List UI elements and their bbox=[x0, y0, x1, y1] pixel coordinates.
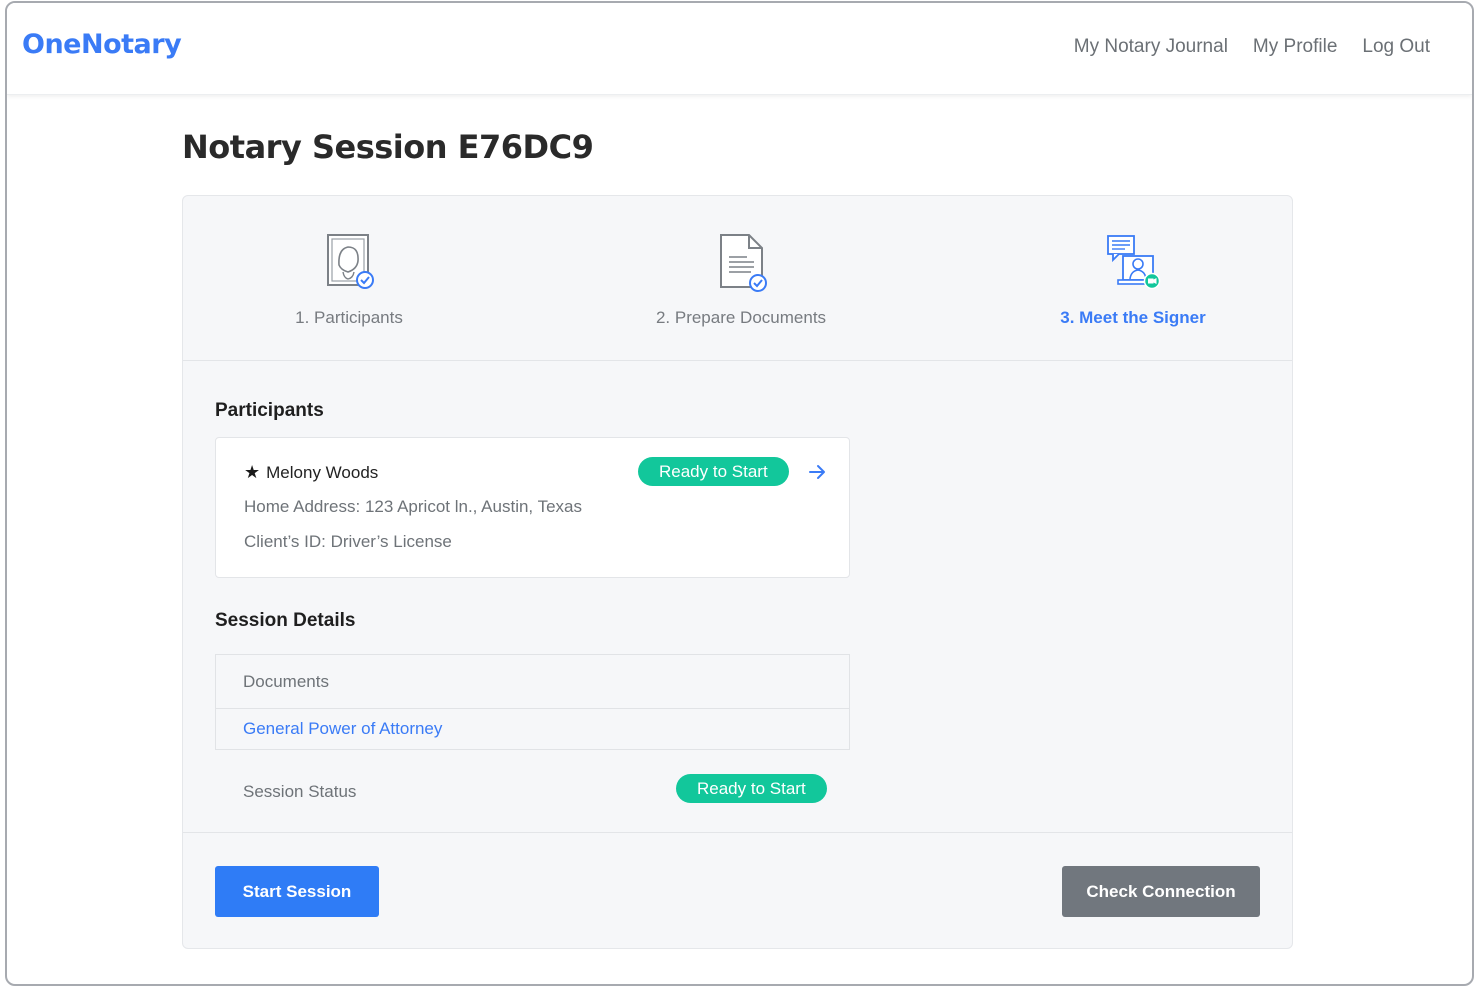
participant-card[interactable]: ★ Melony Woods Home Address: 123 Apricot… bbox=[215, 437, 850, 578]
card-footer: Start Session Check Connection bbox=[183, 832, 1292, 950]
step-prepare-documents[interactable]: 2. Prepare Documents bbox=[581, 232, 901, 328]
participant-address: Home Address: 123 Apricot ln., Austin, T… bbox=[244, 497, 582, 516]
nav-log-out[interactable]: Log Out bbox=[1362, 36, 1430, 58]
step-prepare-documents-label: 2. Prepare Documents bbox=[655, 308, 827, 327]
participant-name: Melony Woods bbox=[266, 462, 379, 482]
document-link-general-power-of-attorney[interactable]: General Power of Attorney bbox=[215, 709, 850, 750]
page-title: Notary Session E76DC9 bbox=[182, 128, 594, 166]
participants-heading: Participants bbox=[215, 400, 324, 421]
step-meet-the-signer-label: 3. Meet the Signer bbox=[1060, 308, 1206, 327]
step-participants-label: 1. Participants bbox=[295, 308, 403, 327]
session-details-table: Documents General Power of Attorney bbox=[215, 654, 850, 750]
participant-client-id: Client’s ID: Driver’s License bbox=[244, 532, 452, 551]
check-connection-button[interactable]: Check Connection bbox=[1062, 866, 1260, 917]
nav-notary-journal[interactable]: My Notary Journal bbox=[1074, 36, 1228, 58]
step-participants[interactable]: 1. Participants bbox=[189, 232, 509, 328]
step-progress: 1. Participants 2. Prepare Documents 3. … bbox=[183, 196, 1292, 361]
participant-id-check-icon bbox=[327, 234, 374, 289]
session-status-badge: Ready to Start bbox=[676, 774, 827, 803]
video-meeting-icon bbox=[1107, 235, 1161, 290]
top-nav: My Notary Journal My Profile Log Out bbox=[1074, 36, 1430, 58]
documents-header: Documents bbox=[215, 654, 850, 709]
session-status-label: Session Status bbox=[243, 782, 357, 801]
star-icon: ★ bbox=[244, 462, 261, 482]
start-session-button[interactable]: Start Session bbox=[215, 866, 379, 917]
top-navbar: OneNotary My Notary Journal My Profile L… bbox=[7, 3, 1472, 95]
session-card: 1. Participants 2. Prepare Documents 3. … bbox=[182, 195, 1293, 949]
document-check-icon bbox=[720, 234, 767, 292]
participant-status-badge: Ready to Start bbox=[638, 457, 789, 486]
participant-name-row: ★ Melony Woods bbox=[244, 462, 378, 483]
app-logo[interactable]: OneNotary bbox=[22, 29, 182, 60]
nav-my-profile[interactable]: My Profile bbox=[1253, 36, 1337, 58]
arrow-right-icon[interactable] bbox=[807, 462, 827, 482]
step-meet-the-signer[interactable]: 3. Meet the Signer bbox=[973, 232, 1293, 328]
session-details-heading: Session Details bbox=[215, 610, 356, 631]
